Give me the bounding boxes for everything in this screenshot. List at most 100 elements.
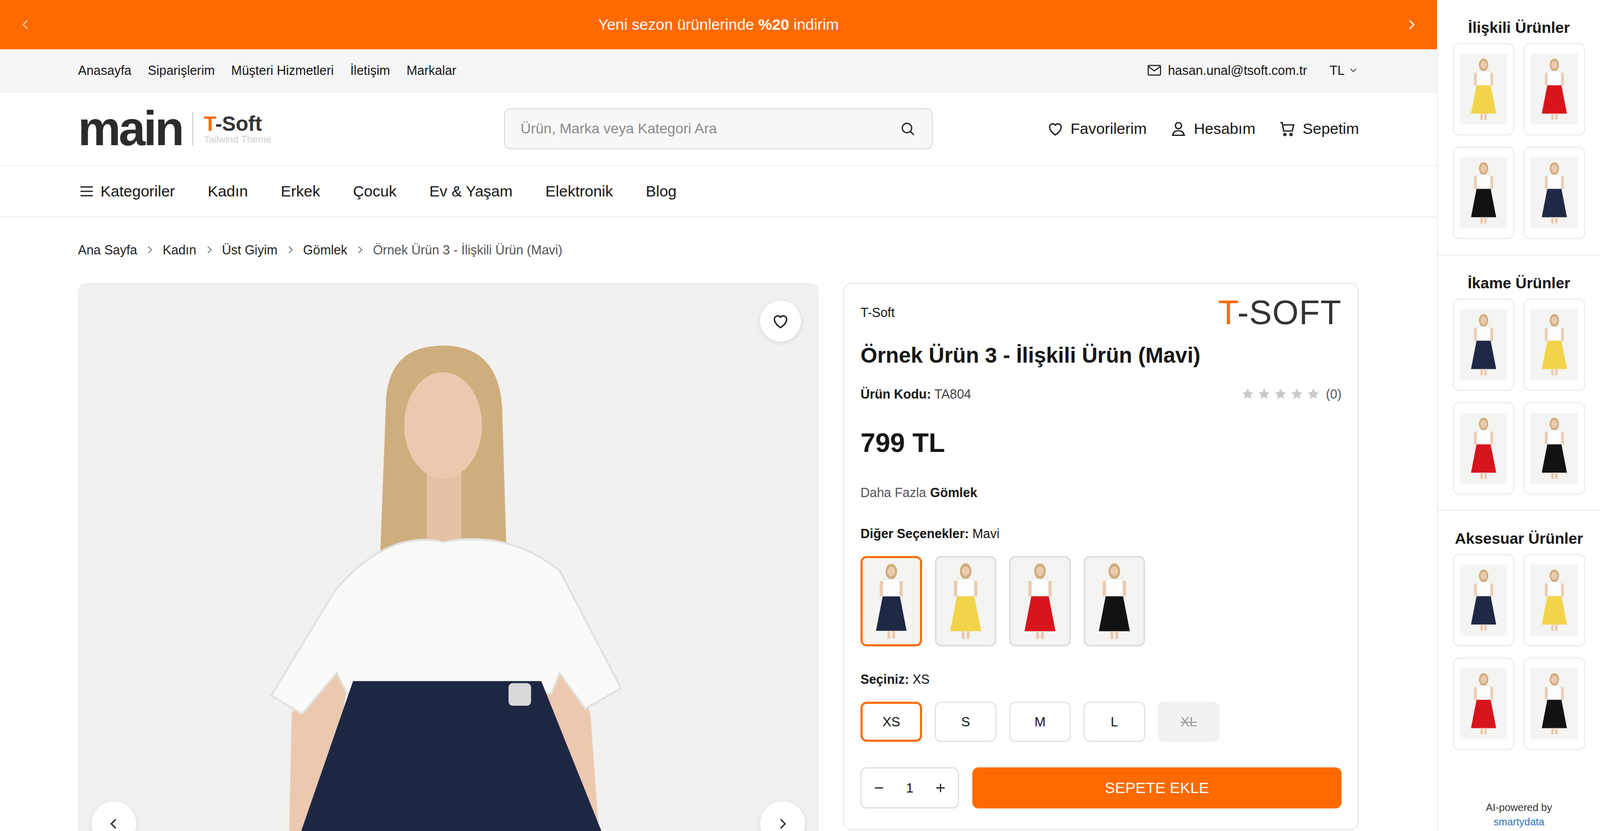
chevron-down-icon: [1347, 64, 1359, 76]
recommendation-item[interactable]: [1523, 657, 1586, 750]
recommendation-item[interactable]: [1452, 402, 1515, 495]
chevron-right-icon: [203, 244, 215, 256]
nav-item[interactable]: Ev & Yaşam: [429, 182, 513, 200]
variant-thumbnail: [862, 557, 920, 645]
recommendation-item[interactable]: [1523, 43, 1586, 136]
powered-by-brand[interactable]: smartydata: [1493, 814, 1545, 829]
product-section: T-Soft T-SOFT Örnek Ürün 3 - İlişkili Ürün…: [0, 283, 1437, 831]
search-box[interactable]: Ürün, Marka veya Kategori Ara: [504, 108, 933, 150]
recommendation-item[interactable]: [1523, 146, 1586, 239]
variant-option[interactable]: [1009, 555, 1071, 647]
product-title: Örnek Ürün 3 - İlişkili Ürün (Mavi): [860, 341, 1342, 370]
recommendation-item[interactable]: [1523, 298, 1586, 391]
variant-label-title: Diğer Seçenekler:: [860, 526, 969, 541]
recommendation-title: Aksesuar Ürünler: [1437, 529, 1600, 548]
recommendation-item[interactable]: [1523, 553, 1586, 647]
product-gallery: [77, 283, 819, 831]
review-count: (0): [1325, 385, 1342, 403]
recommendation-section: Aksesuar Ürünler: [1437, 510, 1600, 766]
top-link[interactable]: Anasayfa: [77, 63, 132, 78]
logo[interactable]: mainT-SoftTailwind Theme: [77, 104, 505, 153]
envelope-icon: [1146, 62, 1163, 79]
top-link[interactable]: İletişim: [350, 63, 391, 78]
code-row: Ürün Kodu: TA804(0): [860, 385, 1342, 403]
top-link[interactable]: Siparişlerim: [147, 63, 215, 78]
recommendation-item[interactable]: [1452, 298, 1515, 391]
size-option[interactable]: L: [1083, 701, 1146, 742]
size-option[interactable]: S: [934, 701, 997, 742]
product-thumbnail: [1530, 309, 1578, 380]
star-icon: [1306, 386, 1321, 402]
decrease-button[interactable]: [868, 777, 890, 798]
quantity-value[interactable]: 1: [906, 780, 914, 796]
email-link[interactable]: hasan.unal@tsoft.com.tr: [1146, 62, 1307, 79]
size-label-value: XS: [912, 671, 930, 687]
product-thumbnail: [1460, 412, 1508, 484]
logo-brand: T-SoftTailwind Theme: [203, 112, 272, 145]
product-info-card: T-Soft T-SOFT Örnek Ürün 3 - İlişkili Ürün…: [843, 283, 1359, 830]
logo-brand-name: T-Soft: [203, 112, 272, 135]
top-link[interactable]: Markalar: [406, 63, 457, 78]
product-thumbnail: [1460, 309, 1508, 380]
announcement-prev-button[interactable]: [15, 14, 36, 35]
announcement-next-button[interactable]: [1401, 14, 1422, 35]
product-thumbnail: [1530, 564, 1578, 636]
recommendation-title: İkame Ürünler: [1437, 273, 1600, 293]
heart-icon: [1046, 119, 1065, 138]
more-link[interactable]: Gömlek: [930, 484, 978, 501]
breadcrumb-item[interactable]: Ana Sayfa: [77, 241, 137, 259]
currency-select[interactable]: TL: [1329, 63, 1359, 78]
nav-item[interactable]: Erkek: [280, 182, 320, 200]
main-column: Yeni sezon ürünlerinde %20 indirim Anasay…: [0, 0, 1437, 831]
announcement-bar: Yeni sezon ürünlerinde %20 indirim: [0, 0, 1437, 50]
brand-name[interactable]: T-Soft: [860, 305, 895, 320]
variant-option[interactable]: [934, 555, 997, 647]
chevron-right-icon: [774, 815, 791, 831]
top-link[interactable]: Müşteri Hizmetleri: [231, 63, 334, 78]
logo-divider: [192, 111, 194, 146]
top-links-bar: Anasayfa Siparişlerim Müşteri Hizmetleri İl…: [0, 49, 1437, 93]
breadcrumb: Ana Sayfa Kadın Üst Giyim Gömlek Örnek Ürün …: [0, 217, 1437, 259]
more-label: Daha Fazla: [860, 484, 927, 501]
header-action[interactable]: Hesabım: [1169, 119, 1256, 138]
size-option: XL: [1157, 701, 1220, 742]
recommendation-item[interactable]: [1452, 657, 1515, 750]
recommendation-item[interactable]: [1452, 553, 1515, 647]
breadcrumb-item[interactable]: Kadın: [162, 241, 196, 259]
categories-menu[interactable]: Kategoriler: [77, 182, 175, 200]
site-header: mainT-SoftTailwind ThemeÜrün, Marka veya…: [0, 92, 1437, 167]
product-photo: [78, 284, 818, 831]
recommendation-item[interactable]: [1452, 146, 1515, 239]
nav-item[interactable]: Kadın: [207, 182, 248, 200]
breadcrumb-item[interactable]: Örnek Ürün 3 - İlişkili Ürün (Mavi): [372, 241, 563, 259]
recommendation-section: İkame Ürünler: [1437, 255, 1600, 511]
chevron-right-icon: [284, 244, 296, 256]
minus-icon: [871, 780, 887, 795]
star-icon: [1289, 386, 1305, 402]
cart-icon: [1277, 119, 1297, 138]
product-thumbnail: [1530, 668, 1578, 739]
search-icon[interactable]: [898, 120, 917, 138]
variant-option[interactable]: [1083, 555, 1146, 647]
breadcrumb-item[interactable]: Gömlek: [303, 241, 348, 259]
brand-logo: T-SOFT: [1217, 295, 1342, 330]
rating[interactable]: (0): [1240, 385, 1342, 403]
chevron-left-icon: [106, 815, 122, 831]
recommendation-item[interactable]: [1452, 43, 1515, 136]
variant-label-value: Mavi: [972, 526, 1000, 541]
nav-item[interactable]: Blog: [645, 182, 677, 200]
header-action[interactable]: Favorilerim: [1046, 119, 1147, 138]
nav-item[interactable]: Elektronik: [545, 182, 614, 200]
size-option[interactable]: M: [1009, 701, 1071, 742]
announcement-text: Yeni sezon ürünlerinde %20 indirim: [597, 15, 839, 34]
nav-item[interactable]: Çocuk: [352, 182, 397, 200]
breadcrumb-item[interactable]: Üst Giyim: [222, 241, 278, 259]
recommendation-item[interactable]: [1523, 402, 1586, 495]
logo-tagline: Tailwind Theme: [203, 134, 272, 145]
increase-button[interactable]: [930, 777, 951, 798]
variant-option[interactable]: [860, 555, 923, 647]
size-option[interactable]: XS: [860, 701, 923, 742]
header-action[interactable]: Sepetim: [1277, 119, 1359, 138]
add-to-cart-button[interactable]: SEPETE EKLE: [972, 767, 1342, 809]
favorite-button[interactable]: [760, 300, 802, 342]
